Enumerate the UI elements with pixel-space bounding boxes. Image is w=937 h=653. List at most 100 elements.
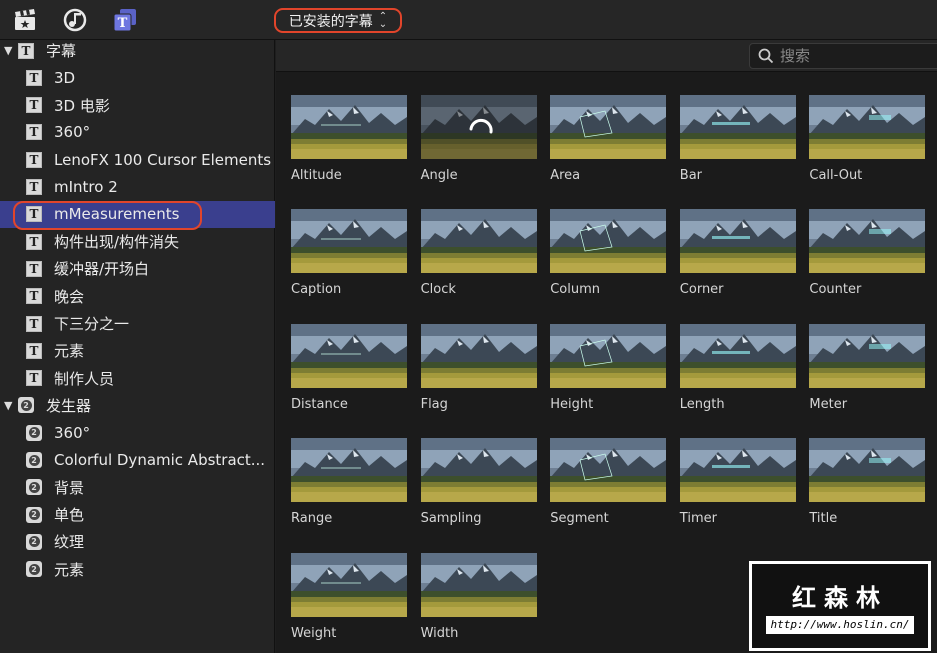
title-thumbnail-tile[interactable]: Timer [679, 438, 796, 538]
thumbnail-image [679, 95, 796, 159]
sidebar-category-label: 字幕 [46, 42, 77, 60]
title-thumbnail-tile[interactable]: Height [550, 323, 667, 424]
title-icon: T [26, 179, 42, 195]
title-icon: T [18, 42, 34, 59]
title-thumbnail-tile[interactable]: Area [550, 95, 667, 195]
sidebar-category-generators[interactable]: ▼ 2 发生器 [0, 392, 275, 419]
thumbnail-image [550, 323, 667, 388]
title-icon: T [26, 315, 42, 332]
thumbnail-image [809, 438, 926, 503]
sidebar-item-label: 元素 [54, 342, 85, 361]
thumbnail-image [550, 209, 667, 274]
title-thumbnail-tile[interactable]: Length [679, 323, 796, 424]
title-thumbnail-tile[interactable]: Range [291, 438, 407, 538]
disclosure-triangle-icon[interactable]: ▼ [4, 44, 16, 57]
source-select-dropdown[interactable]: 已安装的字幕 ⌃ ⌄ [274, 8, 402, 33]
sidebar-item[interactable]: T 构件出现/构件消失 [0, 228, 275, 255]
sidebar-item-label: 元素 [54, 560, 85, 579]
thumbnail-image [291, 323, 407, 388]
title-thumbnail-tile[interactable]: Sampling [420, 438, 537, 538]
thumbnail-image [291, 209, 407, 274]
search-bar [276, 40, 937, 72]
generator-icon: 2 [26, 479, 42, 496]
sidebar-item-label: 制作人员 [54, 369, 115, 388]
tile-label: Column [550, 282, 600, 298]
thumbnail-image [550, 438, 667, 503]
sidebar-category-label: 发生器 [46, 396, 92, 415]
clapper-icon[interactable] [12, 8, 38, 32]
title-thumbnail-tile[interactable]: Caption [291, 209, 407, 309]
thumbnail-image [679, 438, 796, 503]
tile-label: Counter [809, 282, 862, 298]
title-thumbnail-tile[interactable]: Clock [420, 209, 537, 309]
title-thumbnail-tile[interactable]: Bar [679, 95, 796, 195]
top-toolbar: T 已安装的字幕 ⌃ ⌄ [0, 0, 937, 40]
title-thumbnail-tile[interactable]: Angle [420, 95, 537, 195]
sidebar-item-label: mIntro 2 [54, 178, 118, 196]
sidebar-item-label: 缓冲器/开场白 [54, 260, 150, 279]
sidebar-item-label: 下三分之一 [54, 315, 130, 333]
sidebar-item[interactable]: T 缓冲器/开场白 [0, 255, 275, 282]
sidebar-item-label: 3D [54, 68, 76, 87]
tile-label: Segment [550, 511, 609, 527]
title-thumbnail-tile[interactable]: Altitude [291, 95, 407, 195]
search-field[interactable] [749, 43, 937, 69]
title-thumbnail-tile[interactable]: Meter [809, 323, 926, 424]
sidebar-item[interactable]: 2 元素 [0, 556, 275, 583]
tile-label: Length [679, 396, 725, 412]
tile-label: Area [550, 168, 581, 183]
title-thumbnail-tile[interactable]: Width [420, 552, 537, 653]
thumbnail-image [420, 209, 537, 274]
sidebar-item[interactable]: 2 纹理 [0, 528, 275, 555]
sidebar-item-label: mMeasurements [54, 205, 180, 224]
tile-label: Altitude [291, 168, 342, 183]
tile-label: Width [420, 625, 459, 641]
sidebar-item[interactable]: T 3D [0, 64, 275, 91]
loading-spinner-icon [469, 118, 493, 134]
thumbnail-image [679, 209, 796, 274]
sidebar-item[interactable]: T 元素 [0, 337, 275, 364]
generator-icon: 2 [18, 397, 34, 414]
sidebar-item[interactable]: T 制作人员 [0, 365, 275, 392]
svg-text:T: T [118, 16, 128, 31]
title-icon: T [26, 233, 42, 250]
sidebar-item[interactable]: TmIntro 2 [0, 174, 275, 201]
title-thumbnail-tile[interactable]: Flag [420, 323, 537, 424]
sidebar-item[interactable]: T 360° [0, 119, 275, 146]
title-thumbnail-tile[interactable]: Column [550, 209, 667, 309]
title-thumbnail-tile[interactable]: Title [809, 438, 926, 538]
sidebar-item[interactable]: 2 单色 [0, 501, 275, 528]
chevron-up-down-icon: ⌃ ⌄ [378, 10, 388, 30]
sidebar-item-label: 360° [54, 423, 91, 442]
sidebar-item[interactable]: T LenoFX 100 Cursor Elements [0, 146, 275, 173]
tile-label: Meter [809, 396, 848, 412]
thumbnail-image [420, 438, 537, 503]
title-thumbnail-tile[interactable]: Segment [550, 438, 667, 538]
sidebar-item[interactable]: T 下三分之一 [0, 310, 275, 337]
sidebar-item[interactable]: T 3D 电影 [0, 92, 275, 119]
title-thumbnail-tile[interactable]: Call-Out [809, 95, 926, 195]
thumbnail-image [679, 323, 796, 388]
title-icon: T [26, 288, 42, 305]
sidebar-item-label: 单色 [54, 506, 85, 525]
title-thumbnail-tile[interactable]: Distance [291, 323, 407, 424]
sidebar-item[interactable]: 2 Colorful Dynamic Abstract... [0, 447, 275, 474]
sidebar-item-label: 纹理 [54, 533, 85, 552]
sidebar-category-titles[interactable]: ▼ T 字幕 [0, 37, 275, 64]
title-thumbnail-tile[interactable]: Corner [679, 209, 796, 309]
tile-label: Caption [291, 282, 342, 298]
title-icon: T [26, 97, 42, 114]
sidebar-item[interactable]: 2 360° [0, 419, 275, 446]
sidebar-item[interactable]: TmMeasurements [0, 200, 275, 228]
title-thumbnail-tile[interactable]: Counter [809, 209, 926, 309]
disclosure-triangle-icon[interactable]: ▼ [4, 399, 16, 412]
tile-label: Weight [291, 625, 337, 641]
sidebar-item-label: Colorful Dynamic Abstract... [54, 451, 266, 469]
search-input[interactable] [780, 47, 930, 65]
sidebar-item[interactable]: T 晚会 [0, 283, 275, 310]
thumbnail-image [291, 438, 407, 503]
music-photo-icon[interactable] [62, 8, 88, 32]
sidebar-item[interactable]: 2 背景 [0, 474, 275, 501]
titles-icon[interactable]: T [112, 8, 138, 32]
title-thumbnail-tile[interactable]: Weight [291, 552, 407, 653]
